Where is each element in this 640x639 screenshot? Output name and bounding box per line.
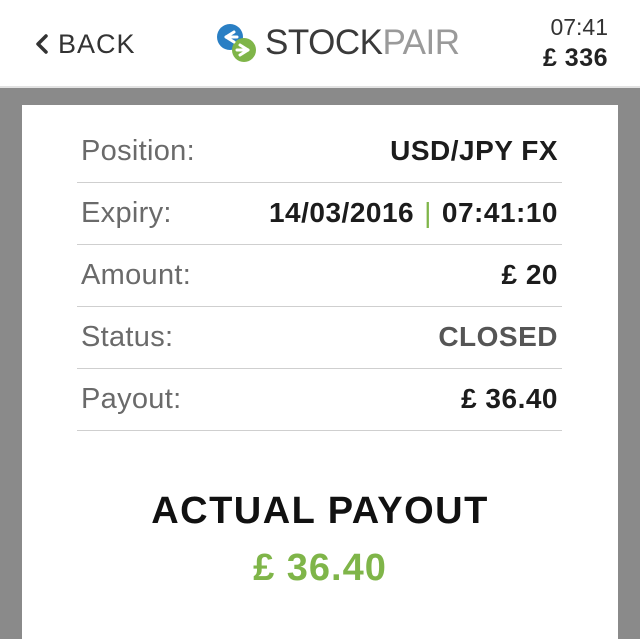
back-label: BACK [58, 28, 136, 59]
chevron-left-icon [36, 34, 48, 54]
actual-payout-title: ACTUAL PAYOUT [151, 490, 489, 532]
expiry-label: Expiry: [81, 197, 172, 229]
trade-details-card: Position: USD/JPY FX Expiry: 14/03/2016 |… [22, 105, 618, 639]
position-label: Position: [81, 135, 195, 167]
detail-row-position: Position: USD/JPY FX [77, 121, 562, 183]
stockpair-logo: STOCKPAIR [215, 20, 460, 66]
stockpair-logo-icon [217, 24, 256, 62]
actual-payout-value: £ 36.40 [253, 547, 387, 589]
status-label: Status: [81, 321, 174, 353]
expiry-value: 14/03/2016 | 07:41:10 [269, 197, 558, 229]
expiry-time: 07:41:10 [441, 197, 558, 228]
detail-row-status: Status: CLOSED [77, 307, 562, 369]
logo-text-pair: PAIR [382, 23, 460, 62]
expiry-date: 14/03/2016 [268, 197, 415, 228]
account-balance: £ 336 [542, 44, 608, 72]
position-value: USD/JPY FX [390, 135, 558, 166]
status-value: CLOSED [438, 321, 558, 352]
logo-text: STOCKPAIR [265, 23, 460, 63]
clock-time: 07:41 [550, 14, 608, 40]
expiry-separator: | [424, 197, 432, 228]
amount-label: Amount: [81, 259, 192, 291]
payout-label: Payout: [81, 383, 182, 415]
trade-details-list: Position: USD/JPY FX Expiry: 14/03/2016 |… [77, 121, 562, 431]
detail-row-expiry: Expiry: 14/03/2016 | 07:41:10 [77, 183, 562, 245]
detail-row-payout: Payout: £ 36.40 [77, 369, 562, 431]
logo-text-stock: STOCK [265, 23, 383, 62]
detail-row-amount: Amount: £ 20 [77, 245, 562, 307]
back-button[interactable]: BACK [30, 26, 136, 62]
app-header: BACK STOCKPAIR 07:41 £ 336 [0, 0, 640, 88]
amount-value: £ 20 [501, 259, 558, 290]
payout-value: £ 36.40 [461, 383, 558, 414]
